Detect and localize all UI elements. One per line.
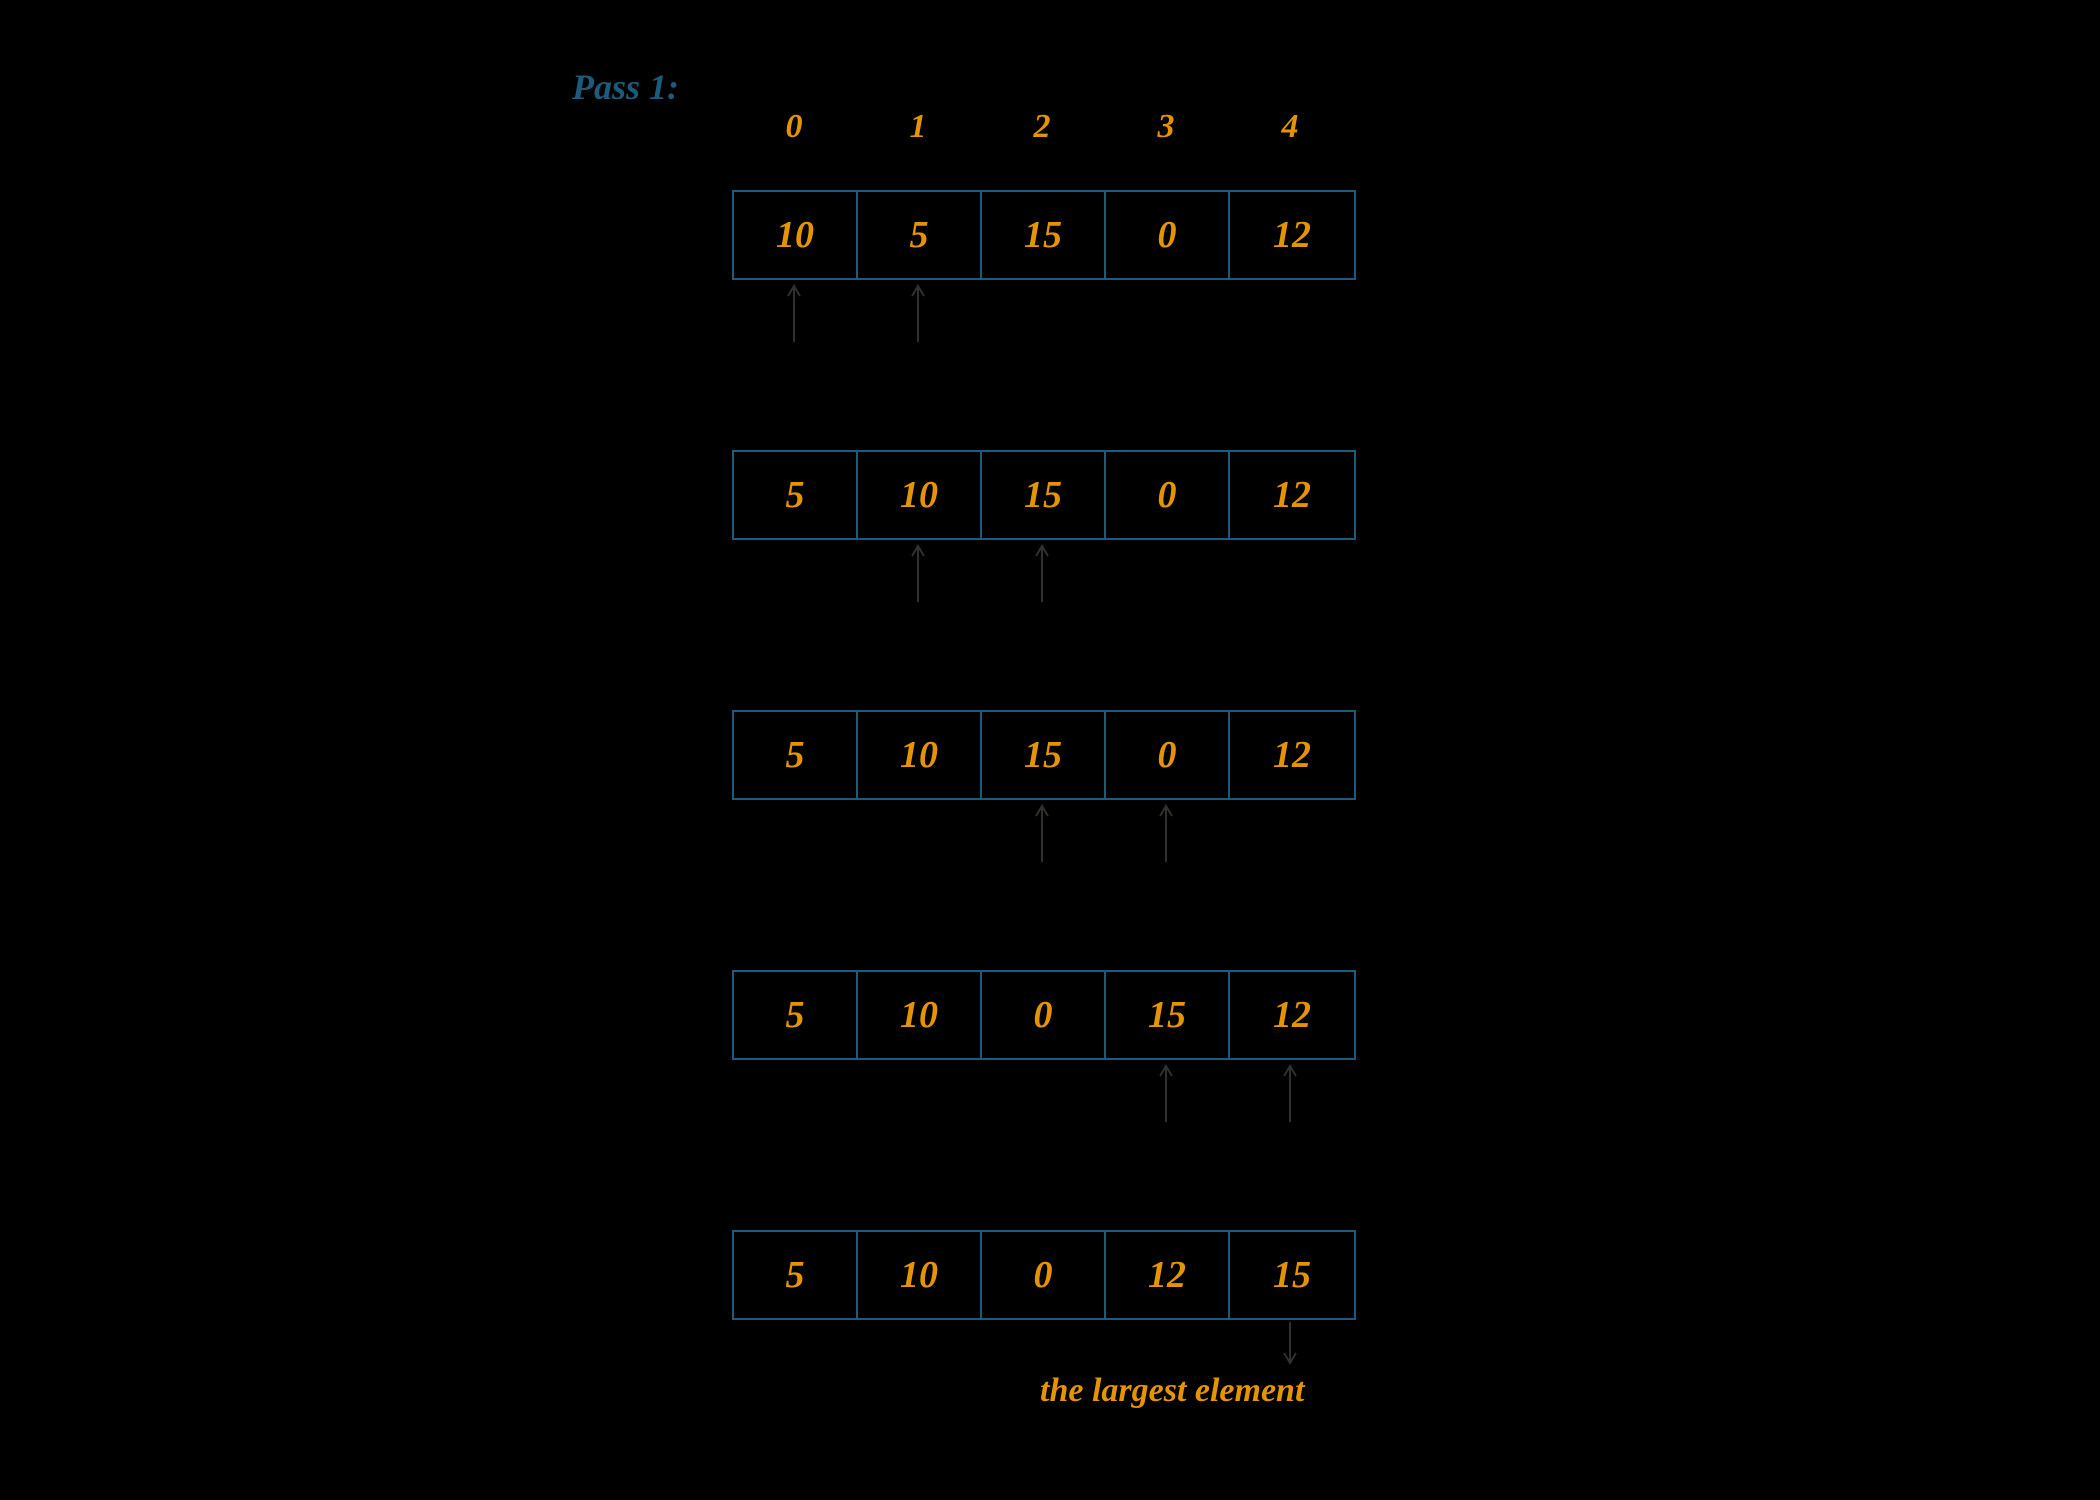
arrow-up-icon bbox=[1280, 1062, 1300, 1122]
array-row: 10 5 15 0 12 bbox=[732, 190, 1356, 280]
pass-label: Pass 1: bbox=[572, 66, 679, 108]
arrow-up-icon bbox=[908, 542, 928, 602]
diagram-stage: Pass 1: 0 1 2 3 4 10 5 15 0 12 5 10 15 0… bbox=[0, 0, 2100, 1500]
arrow-up-icon bbox=[908, 282, 928, 342]
array-row: 5 10 0 15 12 bbox=[732, 970, 1356, 1060]
array-row: 5 10 15 0 12 bbox=[732, 450, 1356, 540]
array-row: 5 10 0 12 15 bbox=[732, 1230, 1356, 1320]
array-cell: 15 bbox=[982, 712, 1106, 798]
array-cell: 15 bbox=[982, 452, 1106, 538]
arrow-up-icon bbox=[1156, 1062, 1176, 1122]
index-cell: 4 bbox=[1228, 108, 1352, 146]
arrow-up-icon bbox=[1156, 802, 1176, 862]
array-cell: 12 bbox=[1106, 1232, 1230, 1318]
arrow-up-icon bbox=[784, 282, 804, 342]
array-cell: 15 bbox=[982, 192, 1106, 278]
array-cell: 12 bbox=[1230, 972, 1354, 1058]
array-cell: 0 bbox=[982, 1232, 1106, 1318]
index-cell: 0 bbox=[732, 108, 856, 146]
array-cell: 0 bbox=[1106, 192, 1230, 278]
array-cell: 10 bbox=[858, 452, 982, 538]
array-cell: 5 bbox=[858, 192, 982, 278]
arrow-up-icon bbox=[1032, 542, 1052, 602]
array-cell: 12 bbox=[1230, 452, 1354, 538]
array-cell: 0 bbox=[982, 972, 1106, 1058]
array-row: 5 10 15 0 12 bbox=[732, 710, 1356, 800]
array-cell: 10 bbox=[858, 1232, 982, 1318]
index-cell: 2 bbox=[980, 108, 1104, 146]
array-cell: 5 bbox=[734, 452, 858, 538]
array-cell: 10 bbox=[858, 712, 982, 798]
array-cell: 12 bbox=[1230, 712, 1354, 798]
index-row: 0 1 2 3 4 bbox=[732, 108, 1352, 146]
index-cell: 1 bbox=[856, 108, 980, 146]
array-cell: 0 bbox=[1106, 452, 1230, 538]
arrow-up-icon bbox=[1032, 802, 1052, 862]
array-cell: 10 bbox=[734, 192, 858, 278]
arrow-down-icon bbox=[1280, 1322, 1300, 1367]
array-cell: 10 bbox=[858, 972, 982, 1058]
array-cell: 0 bbox=[1106, 712, 1230, 798]
array-cell: 5 bbox=[734, 1232, 858, 1318]
array-cell: 15 bbox=[1106, 972, 1230, 1058]
index-cell: 3 bbox=[1104, 108, 1228, 146]
array-cell: 12 bbox=[1230, 192, 1354, 278]
array-cell: 5 bbox=[734, 972, 858, 1058]
array-cell: 15 bbox=[1230, 1232, 1354, 1318]
caption-largest-element: the largest element bbox=[1040, 1372, 1304, 1410]
array-cell: 5 bbox=[734, 712, 858, 798]
